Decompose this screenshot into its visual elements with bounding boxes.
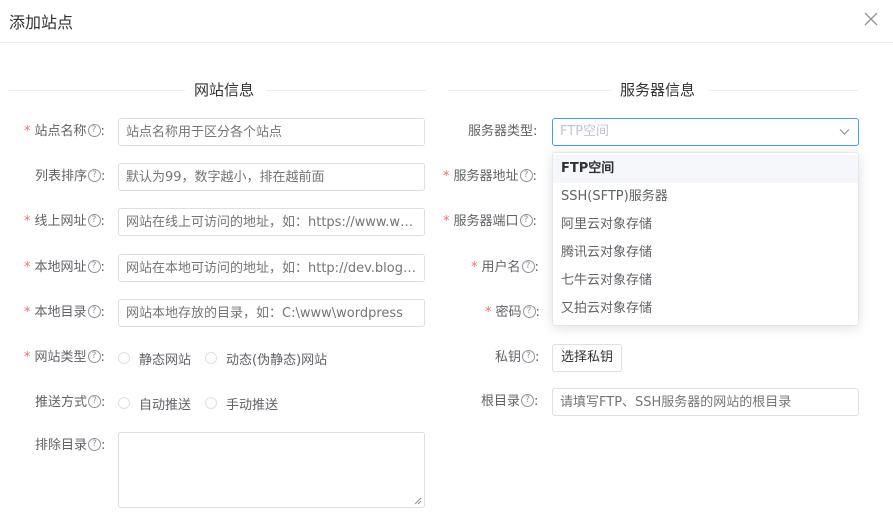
help-icon[interactable]: ? xyxy=(88,169,102,182)
title-divider xyxy=(0,42,893,43)
password-label: * 密码?: xyxy=(485,305,540,320)
site-name-label: * 站点名称?: xyxy=(24,124,105,139)
section-title-server: 服务器信息 xyxy=(620,81,696,99)
local-url-label: * 本地网址?: xyxy=(24,260,105,275)
required-mark: * xyxy=(24,260,31,275)
local-dir-label: * 本地目录?: xyxy=(24,305,105,320)
section-divider xyxy=(266,90,426,91)
radio-circle-icon xyxy=(205,352,218,364)
private-key-label: 私钥?: xyxy=(495,350,540,365)
server-type-select[interactable]: FTP空间 xyxy=(552,118,859,146)
help-icon[interactable]: ? xyxy=(88,395,102,408)
radio-manual-push[interactable]: 手动推送 xyxy=(205,394,278,413)
resize-grip-icon[interactable] xyxy=(414,497,422,505)
close-icon[interactable] xyxy=(863,11,879,27)
help-icon[interactable]: ? xyxy=(519,169,533,182)
section-divider xyxy=(448,90,612,91)
help-icon[interactable]: ? xyxy=(522,305,536,318)
dialog-title: 添加站点 xyxy=(9,13,74,32)
help-icon[interactable]: ? xyxy=(88,438,102,451)
required-mark: * xyxy=(443,169,450,184)
help-icon[interactable]: ? xyxy=(521,394,535,407)
sort-order-label: 列表排序?: xyxy=(35,169,106,184)
radio-static-site[interactable]: 静态网站 xyxy=(118,349,191,368)
section-title-website: 网站信息 xyxy=(194,81,255,99)
help-icon[interactable]: ? xyxy=(522,350,536,363)
radio-auto-push[interactable]: 自动推送 xyxy=(118,394,191,413)
push-mode-radio-group: 自动推送 手动推送 xyxy=(118,389,292,417)
help-icon[interactable]: ? xyxy=(519,214,533,227)
radio-circle-icon xyxy=(205,397,218,409)
radio-dynamic-site[interactable]: 动态(伪静态)网站 xyxy=(205,349,327,368)
site-name-input[interactable] xyxy=(118,118,425,146)
username-label: * 用户名?: xyxy=(471,260,539,275)
required-mark: * xyxy=(24,350,31,365)
dropdown-option-aliyun[interactable]: 阿里云对象存储 xyxy=(553,211,858,239)
site-type-label: * 网站类型?: xyxy=(24,350,105,365)
exclude-dir-textarea[interactable] xyxy=(118,432,425,508)
choose-private-key-button[interactable]: 选择私钥 xyxy=(552,344,623,372)
site-type-radio-group: 静态网站 动态(伪静态)网站 xyxy=(118,344,341,372)
root-dir-label: 根目录?: xyxy=(481,394,539,409)
required-mark: * xyxy=(443,214,450,229)
help-icon[interactable]: ? xyxy=(87,214,101,227)
server-type-dropdown: FTP空间 SSH(SFTP)服务器 阿里云对象存储 腾讯云对象存储 七牛云对象… xyxy=(552,152,859,326)
help-icon[interactable]: ? xyxy=(521,260,535,273)
server-addr-label: * 服务器地址?: xyxy=(443,169,537,184)
required-mark: * xyxy=(24,305,31,320)
server-type-value: FTP空间 xyxy=(560,124,610,139)
exclude-dir-label: 排除目录?: xyxy=(35,438,106,453)
server-type-label: 服务器类型: xyxy=(468,124,538,139)
help-icon[interactable]: ? xyxy=(87,350,101,363)
section-divider xyxy=(9,90,185,91)
sort-order-input[interactable] xyxy=(118,163,425,191)
push-mode-label: 推送方式?: xyxy=(35,395,106,410)
help-icon[interactable]: ? xyxy=(87,260,101,273)
required-mark: * xyxy=(24,124,31,139)
required-mark: * xyxy=(471,260,478,275)
dropdown-option-upyun[interactable]: 又拍云对象存储 xyxy=(553,295,858,323)
help-icon[interactable]: ? xyxy=(87,305,101,318)
required-mark: * xyxy=(485,305,492,320)
server-port-label: * 服务器端口?: xyxy=(443,214,537,229)
online-url-label: * 线上网址?: xyxy=(24,214,105,229)
dropdown-option-qiniu[interactable]: 七牛云对象存储 xyxy=(553,267,858,295)
online-url-input[interactable] xyxy=(118,208,425,236)
dropdown-option-ssh[interactable]: SSH(SFTP)服务器 xyxy=(553,183,858,211)
root-dir-input[interactable] xyxy=(552,388,859,416)
section-divider xyxy=(708,90,858,91)
required-mark: * xyxy=(24,214,31,229)
dropdown-option-tencent[interactable]: 腾讯云对象存储 xyxy=(553,239,858,267)
radio-circle-icon xyxy=(118,352,130,364)
chevron-down-icon xyxy=(839,129,850,135)
radio-circle-icon xyxy=(118,397,130,409)
help-icon[interactable]: ? xyxy=(87,124,101,137)
dropdown-option-ftp[interactable]: FTP空间 xyxy=(553,155,858,183)
local-url-input[interactable] xyxy=(118,254,425,282)
local-dir-input[interactable] xyxy=(118,299,425,327)
